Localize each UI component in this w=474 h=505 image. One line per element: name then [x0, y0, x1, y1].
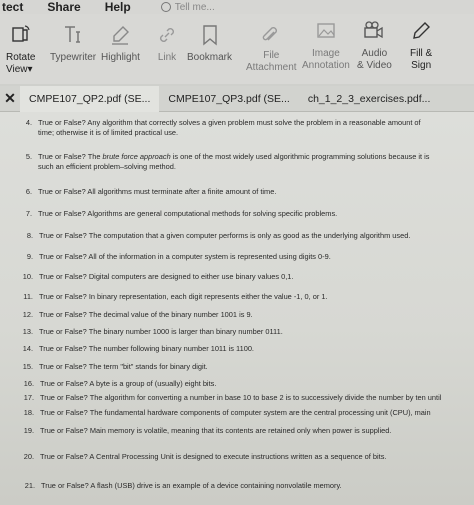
- audio-video-icon: [364, 21, 384, 39]
- image-annotation-label: Image Annotation: [302, 48, 350, 71]
- bookmark-button[interactable]: Bookmark: [187, 24, 232, 64]
- rotate-view-button[interactable]: Rotate View▾: [6, 24, 35, 76]
- tell-me-search[interactable]: Tell me...: [160, 1, 215, 13]
- menu-item-protect[interactable]: tect: [2, 0, 23, 14]
- bookmark-icon: [202, 25, 217, 46]
- highlight-button[interactable]: Highlight: [101, 24, 140, 64]
- rotate-view-icon: [12, 25, 30, 42]
- menu-item-share[interactable]: Share: [47, 0, 80, 14]
- file-attachment-icon: [263, 27, 278, 41]
- tab-cmpe107-qp2[interactable]: CMPE107_QP2.pdf (SE...: [20, 85, 160, 112]
- typewriter-icon: [65, 26, 81, 43]
- bookmark-label: Bookmark: [187, 52, 233, 63]
- tab-ch-1-2-3-exercises[interactable]: ch_1_2_3_exercises.pdf...: [299, 86, 440, 112]
- ribbon-toolbar: Rotate View▾ Typewriter Highlight Link B…: [0, 14, 474, 84]
- file-attachment-label: File Attachment: [246, 50, 297, 73]
- fill-sign-button[interactable]: Fill & Sign: [410, 20, 432, 72]
- link-button[interactable]: Link: [156, 24, 178, 64]
- tell-me-label: Tell me...: [174, 1, 215, 13]
- highlight-label: Highlight: [101, 52, 140, 63]
- highlight-icon: [112, 26, 130, 45]
- typewriter-label: Typewriter: [50, 52, 97, 63]
- link-label: Link: [157, 52, 177, 63]
- audio-video-label: Audio & Video: [357, 48, 392, 71]
- rotate-view-label: Rotate View▾: [6, 52, 36, 75]
- tab-cmpe107-qp3[interactable]: CMPE107_QP3.pdf (SE...: [159, 86, 298, 112]
- menu-bar: tect Share Help Tell me...: [0, 0, 474, 14]
- link-icon: [160, 28, 174, 42]
- audio-video-button[interactable]: Audio & Video: [357, 20, 392, 72]
- image-annotation-icon: [317, 23, 335, 38]
- image-annotation-button[interactable]: Image Annotation: [302, 20, 350, 72]
- pdf-page: 4. True or False? Any algorithm that cor…: [0, 112, 474, 505]
- typewriter-button[interactable]: Typewriter: [50, 24, 96, 64]
- fill-sign-label: Fill & Sign: [410, 48, 433, 71]
- lightbulb-icon: [160, 2, 171, 12]
- document-tab-bar: ✕ CMPE107_QP2.pdf (SE... CMPE107_QP3.pdf…: [0, 85, 474, 112]
- file-attachment-button[interactable]: File Attachment: [246, 22, 297, 74]
- menu-item-help[interactable]: Help: [105, 0, 131, 14]
- close-tab-icon[interactable]: ✕: [0, 90, 20, 107]
- fill-sign-icon: [413, 22, 431, 39]
